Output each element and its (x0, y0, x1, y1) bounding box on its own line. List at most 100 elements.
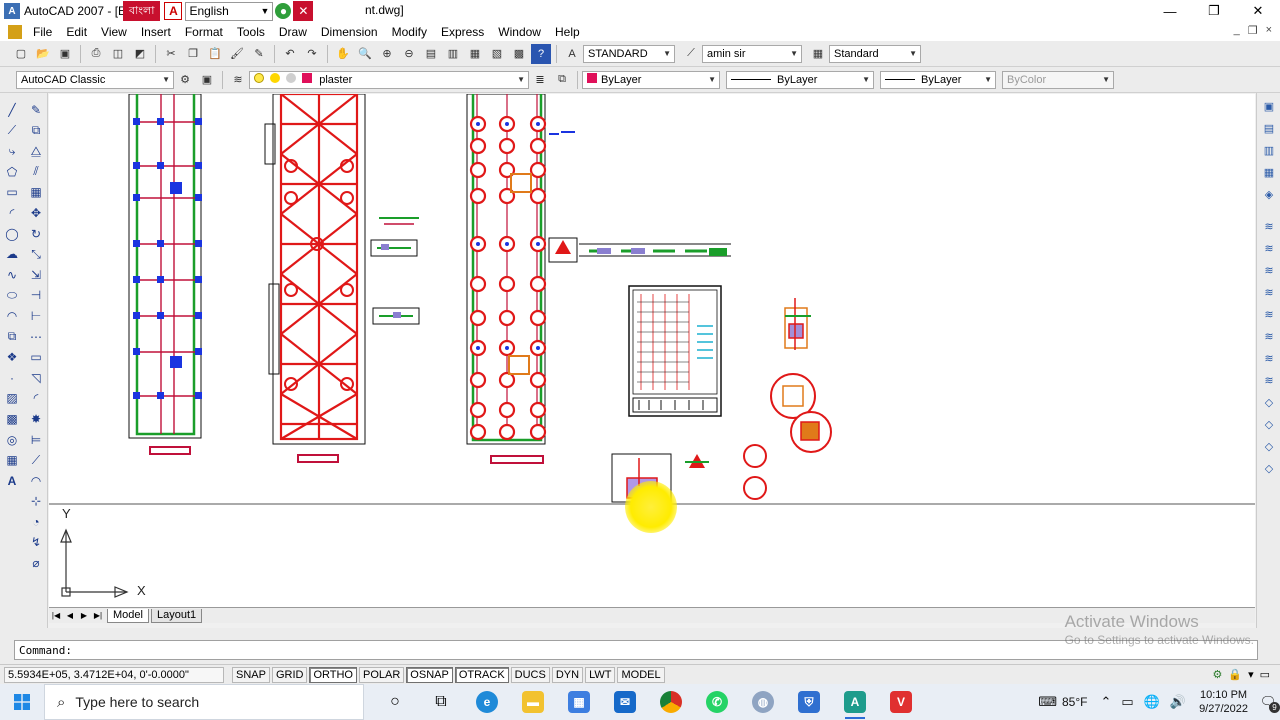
volume-icon[interactable]: 🔊 (1170, 694, 1186, 710)
dimension-radius-icon[interactable]: ◔ (27, 513, 45, 531)
point-icon[interactable]: · (3, 369, 21, 387)
dimension-arc-icon[interactable]: ◠ (27, 472, 45, 490)
array-icon[interactable]: ▦ (27, 183, 45, 201)
design-center-icon[interactable]: ▥ (443, 44, 463, 64)
workspace-select[interactable]: AutoCAD Classic ▼ (16, 70, 174, 89)
dimension-aligned-icon[interactable]: ⟋ (27, 451, 45, 469)
calculator-icon[interactable]: ▩ (509, 44, 529, 64)
ime-bangla-label[interactable]: বাংলা (123, 1, 161, 21)
view-right-icon[interactable]: ▦ (1260, 163, 1278, 181)
document-icon[interactable] (8, 24, 22, 39)
coordinate-readout[interactable]: 5.5934E+05, 3.4712E+04, 0'-0.0000" (4, 666, 224, 683)
tab-layout1[interactable]: Layout1 (150, 608, 203, 623)
view-iso-icon[interactable]: ◈ (1260, 185, 1278, 203)
ellipse-icon[interactable]: ⬭ (3, 286, 21, 304)
vidmate-icon[interactable]: V (878, 684, 924, 720)
make-block-icon[interactable]: ❖ (3, 348, 21, 366)
chevron-up-icon[interactable]: ⌃ (1100, 694, 1111, 710)
taskbar-search[interactable]: ⌕ Type here to search (44, 684, 364, 720)
whatsapp-icon[interactable]: ✆ (694, 684, 740, 720)
trim-icon[interactable]: ⊣ (27, 286, 45, 304)
layer-previous-icon[interactable]: ⧉ (552, 70, 572, 90)
network-icon[interactable]: 🌐 (1144, 694, 1160, 710)
close-button[interactable]: ✕ (1236, 0, 1280, 22)
last-tab-icon[interactable]: ▶| (91, 610, 105, 622)
gradient-icon[interactable]: ▩ (3, 410, 21, 428)
arc-icon[interactable]: ◜ (3, 204, 21, 222)
undo-icon[interactable]: ↶ (280, 44, 300, 64)
menu-format[interactable]: Format (178, 25, 230, 39)
table-icon[interactable]: ▦ (3, 451, 21, 469)
publish-icon[interactable]: ◩ (130, 44, 150, 64)
text-style-select[interactable]: STANDARD ▼ (583, 44, 675, 63)
menu-edit[interactable]: Edit (59, 25, 94, 39)
plot-preview-icon[interactable]: ◫ (108, 44, 128, 64)
dimension-ordinate-icon[interactable]: ⊹ (27, 492, 45, 510)
offset-icon[interactable]: ⫽ (27, 163, 45, 181)
layer-select[interactable]: plaster ▼ (249, 70, 529, 89)
erase-icon[interactable]: ✎ (27, 101, 45, 119)
stack5-icon[interactable]: ≋ (1260, 305, 1278, 323)
menu-draw[interactable]: Draw (272, 25, 314, 39)
ortho-toggle[interactable]: ORTHO (309, 666, 357, 683)
open-file-icon[interactable]: 📂 (33, 44, 53, 64)
plot-icon[interactable]: ⎙ (86, 44, 106, 64)
zoom-previous-icon[interactable]: ⊖ (399, 44, 419, 64)
view-front-icon[interactable]: ▣ (1260, 97, 1278, 115)
cortana-icon[interactable]: ○ (372, 684, 418, 720)
layer-tool3-icon[interactable]: ◇ (1260, 437, 1278, 455)
start-button[interactable] (0, 684, 44, 720)
properties-icon[interactable]: ▤ (421, 44, 441, 64)
layer-tool4-icon[interactable]: ◇ (1260, 459, 1278, 477)
fillet-icon[interactable]: ◜ (27, 389, 45, 407)
dimension-linear-icon[interactable]: ⊨ (27, 431, 45, 449)
revision-cloud-icon[interactable]: ☁ (3, 245, 21, 263)
layer-manager-icon[interactable]: ≋ (228, 70, 248, 90)
view-left-icon[interactable]: ▥ (1260, 141, 1278, 159)
stack3-icon[interactable]: ≋ (1260, 261, 1278, 279)
autocad-taskbar-icon[interactable]: A (832, 684, 878, 720)
menu-modify[interactable]: Modify (385, 25, 434, 39)
multiline-text-icon[interactable]: A (3, 472, 21, 490)
toolbar-lock-icon[interactable]: 🔒 (1228, 668, 1242, 681)
menu-dimension[interactable]: Dimension (314, 25, 385, 39)
browser-icon[interactable]: ◍ (740, 684, 786, 720)
dyn-toggle[interactable]: DYN (551, 666, 584, 683)
stack8-icon[interactable]: ≋ (1260, 371, 1278, 389)
menu-tools[interactable]: Tools (230, 25, 272, 39)
break-icon[interactable]: ⋯ (27, 328, 45, 346)
spline-icon[interactable]: ∿ (3, 266, 21, 284)
next-tab-icon[interactable]: ▶ (77, 610, 91, 622)
ime-globe-icon[interactable]: ● (275, 3, 292, 19)
autocad-app-icon[interactable]: A (4, 3, 20, 19)
help-icon[interactable]: ? (531, 43, 551, 64)
clean-screen-icon[interactable]: ▭ (1260, 668, 1270, 681)
tab-model[interactable]: Model (107, 608, 149, 623)
stack-icon[interactable]: ≋ (1260, 217, 1278, 235)
first-tab-icon[interactable]: |◀ (49, 610, 63, 622)
copy-object-icon[interactable]: ⧉ (27, 122, 45, 140)
stack7-icon[interactable]: ≋ (1260, 349, 1278, 367)
model-toggle[interactable]: MODEL (617, 666, 665, 683)
restore-button[interactable]: ❐ (1192, 0, 1236, 22)
cut-icon[interactable]: ✂ (161, 44, 181, 64)
dimension-diameter-icon[interactable]: ⌀ (27, 554, 45, 572)
keyboard-icon[interactable]: ⌨ (1038, 694, 1057, 710)
file-explorer-icon[interactable]: ▬ (510, 684, 556, 720)
table-style-icon[interactable]: ▦ (808, 44, 828, 64)
dim-style-icon[interactable]: ⟋ (681, 44, 701, 64)
layer-tool2-icon[interactable]: ◇ (1260, 415, 1278, 433)
communication-center-icon[interactable]: ⚙ (1212, 668, 1222, 681)
rectangle-icon[interactable]: ▭ (3, 183, 21, 201)
copy-icon[interactable]: ❐ (183, 44, 203, 64)
stack4-icon[interactable]: ≋ (1260, 283, 1278, 301)
clock[interactable]: 10:10 PM 9/27/2022 (1199, 688, 1248, 716)
drawing-area[interactable]: Y X (49, 94, 1255, 608)
doc-close-button[interactable]: × (1266, 24, 1272, 37)
doc-restore-button[interactable]: ❐ (1248, 24, 1258, 37)
join-icon[interactable]: ▭ (27, 348, 45, 366)
prev-tab-icon[interactable]: ◀ (63, 610, 77, 622)
snap-toggle[interactable]: SNAP (232, 666, 270, 683)
weather-temperature[interactable]: 85°F (1062, 695, 1087, 709)
rotate-icon[interactable]: ↻ (27, 225, 45, 243)
